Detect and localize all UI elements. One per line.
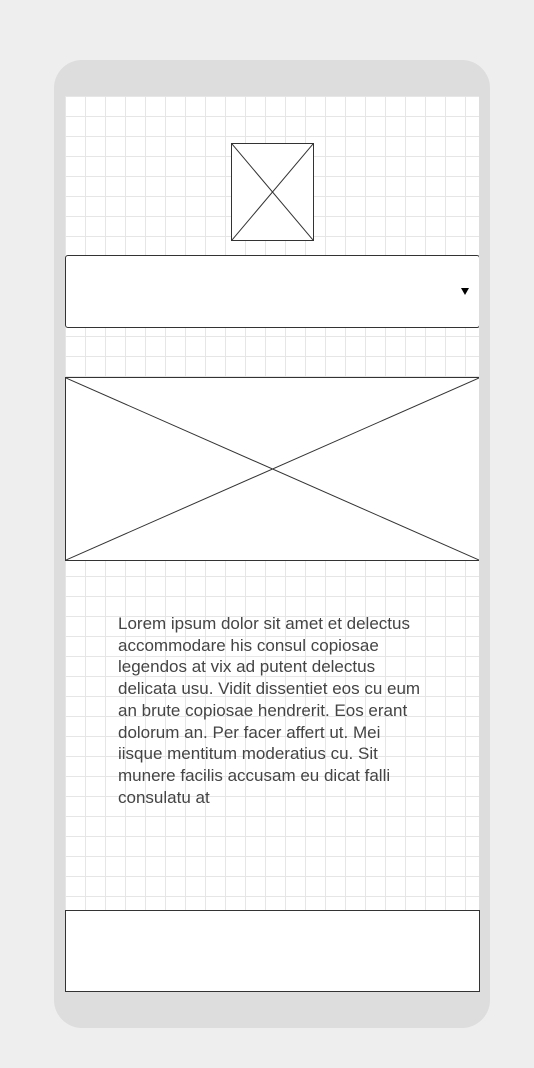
body-paragraph: Lorem ipsum dolor sit amet et delectus a…: [118, 614, 421, 807]
image-placeholder-large: [65, 377, 479, 561]
bottom-bar: [65, 910, 480, 992]
caret-down-icon: [461, 288, 469, 295]
phone-screen: Lorem ipsum dolor sit amet et delectus a…: [65, 96, 479, 991]
image-placeholder-icon: [232, 144, 313, 240]
select-dropdown[interactable]: [65, 255, 479, 328]
image-placeholder-icon: [66, 378, 479, 560]
image-placeholder-small: [231, 143, 314, 241]
